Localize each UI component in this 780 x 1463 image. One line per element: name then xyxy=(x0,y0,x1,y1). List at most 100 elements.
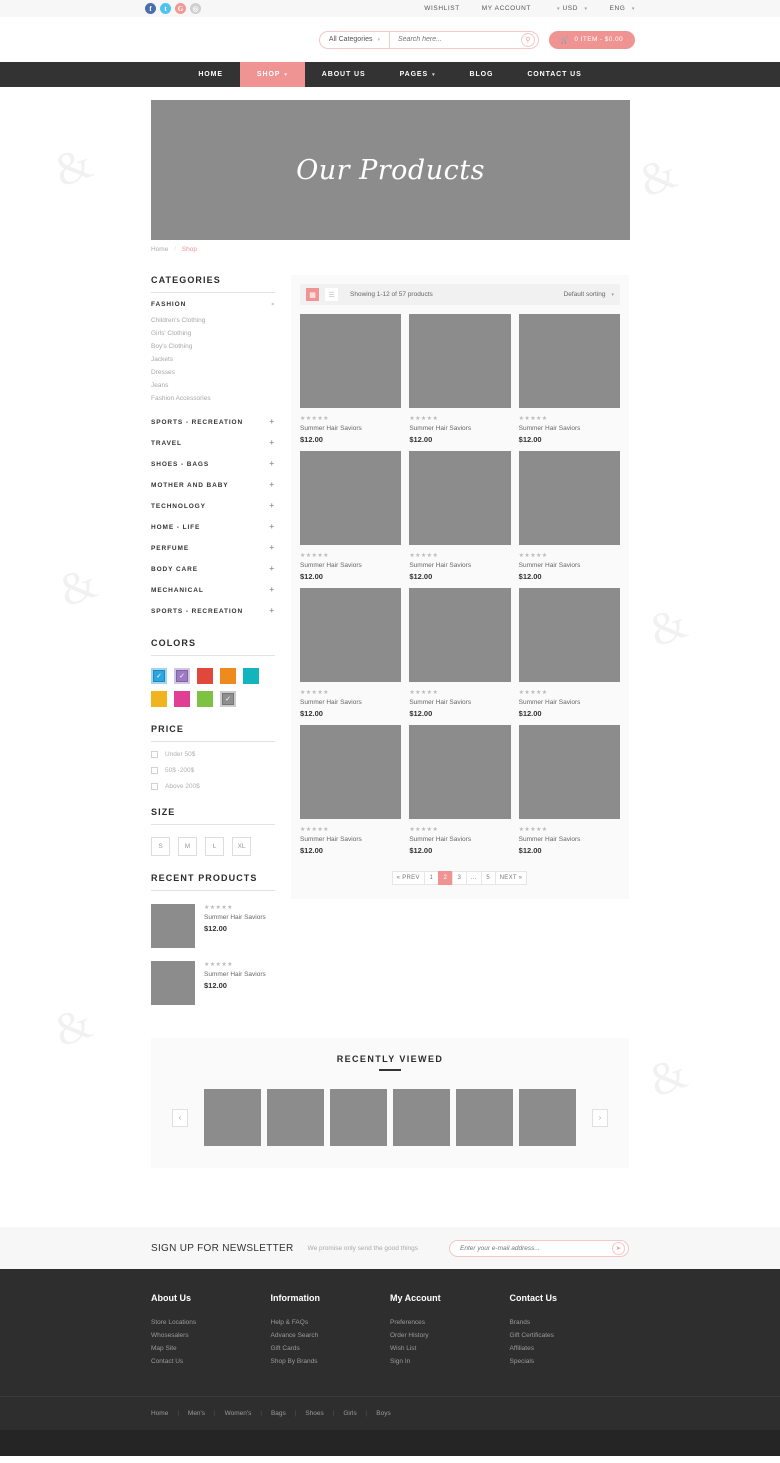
color-swatch-gray[interactable]: ✓ xyxy=(219,690,237,708)
product-card[interactable]: ★★★★★ Summer Hair Saviors $12.00 xyxy=(300,451,402,581)
price-option[interactable]: Under 50$ xyxy=(151,751,275,758)
product-card[interactable]: ★★★★★ Summer Hair Saviors $12.00 xyxy=(409,314,511,444)
footer-link[interactable]: Brands xyxy=(510,1316,630,1329)
footer-nav-boys[interactable]: Boys xyxy=(376,1410,390,1417)
subcategory-item[interactable]: Children's Clothing xyxy=(151,314,275,327)
product-card[interactable]: ★★★★★ Summer Hair Saviors $12.00 xyxy=(409,588,511,718)
category-item[interactable]: HOME - LIFE + xyxy=(151,516,275,537)
footer-nav-home[interactable]: Home xyxy=(151,1410,168,1417)
footer-nav-womens[interactable]: Women's xyxy=(225,1410,252,1417)
category-fashion[interactable]: FASHION - xyxy=(151,293,275,314)
recently-viewed-item[interactable] xyxy=(267,1089,324,1146)
grid-view-icon[interactable]: ▦ xyxy=(306,288,319,301)
category-item[interactable]: TECHNOLOGY + xyxy=(151,495,275,516)
category-item[interactable]: MOTHER AND BABY + xyxy=(151,474,275,495)
search-icon[interactable]: ⚲ xyxy=(520,32,535,47)
footer-nav-mens[interactable]: Men's xyxy=(188,1410,205,1417)
list-view-icon[interactable]: ☰ xyxy=(325,288,338,301)
color-swatch-yellow[interactable] xyxy=(151,691,167,707)
footer-link[interactable]: Wish List xyxy=(390,1342,510,1355)
newsletter-email-input[interactable] xyxy=(450,1244,612,1252)
chevron-right-icon[interactable]: › xyxy=(592,1108,608,1127)
subcategory-item[interactable]: Fashion Accessories xyxy=(151,392,275,405)
category-item[interactable]: SHOES - BAGS + xyxy=(151,453,275,474)
price-option[interactable]: 50$ -200$ xyxy=(151,767,275,774)
size-option-s[interactable]: S xyxy=(151,837,170,856)
nav-item-pages[interactable]: PAGES ▾ xyxy=(383,62,453,87)
recently-viewed-item[interactable] xyxy=(519,1089,576,1146)
recent-product-item[interactable]: ★★★★★ Summer Hair Saviors $12.00 xyxy=(151,904,275,948)
price-option[interactable]: Above 200$ xyxy=(151,783,275,790)
footer-link[interactable]: Whosesalers xyxy=(151,1329,271,1342)
product-card[interactable]: ★★★★★ Summer Hair Saviors $12.00 xyxy=(409,725,511,855)
breadcrumb-home[interactable]: Home xyxy=(151,246,168,253)
product-card[interactable]: ★★★★★ Summer Hair Saviors $12.00 xyxy=(300,314,402,444)
cart-button[interactable]: 🛒 0 ITEM - $0.00 xyxy=(548,30,635,49)
size-option-m[interactable]: M xyxy=(178,837,197,856)
product-card[interactable]: ★★★★★ Summer Hair Saviors $12.00 xyxy=(300,588,402,718)
category-item[interactable]: SPORTS - RECREATION + xyxy=(151,411,275,432)
product-card[interactable]: ★★★★★ Summer Hair Saviors $12.00 xyxy=(518,588,620,718)
twitter-icon[interactable]: t xyxy=(160,3,171,14)
pagination-prev[interactable]: « PREV xyxy=(391,871,425,885)
nav-item-blog[interactable]: BLOG xyxy=(452,62,510,87)
nav-item-shop[interactable]: SHOP ▾ xyxy=(239,62,305,87)
footer-link[interactable]: Map Site xyxy=(151,1342,271,1355)
footer-nav-shoes[interactable]: Shoes xyxy=(305,1410,323,1417)
footer-link[interactable]: Affiliates xyxy=(510,1342,630,1355)
send-icon[interactable]: ➤ xyxy=(612,1241,625,1255)
size-option-xl[interactable]: XL xyxy=(232,837,251,856)
nav-item-home[interactable]: HOME xyxy=(181,62,240,87)
category-item[interactable]: TRAVEL + xyxy=(151,432,275,453)
color-swatch-pink[interactable] xyxy=(174,691,190,707)
nav-item-about-us[interactable]: ABOUT US xyxy=(305,62,383,87)
subcategory-item[interactable]: Dresses xyxy=(151,366,275,379)
recently-viewed-item[interactable] xyxy=(456,1089,513,1146)
footer-nav-bags[interactable]: Bags xyxy=(271,1410,286,1417)
footer-nav-girls[interactable]: Girls xyxy=(343,1410,356,1417)
checkbox-icon[interactable] xyxy=(151,767,158,774)
category-item[interactable]: BODY CARE + xyxy=(151,558,275,579)
footer-link[interactable]: Specials xyxy=(510,1355,630,1368)
footer-link[interactable]: Gift Certificates xyxy=(510,1329,630,1342)
subcategory-item[interactable]: Jeans xyxy=(151,379,275,392)
my-account-link[interactable]: MY ACCOUNT xyxy=(482,5,531,12)
pagination-next[interactable]: NEXT » xyxy=(494,871,528,885)
pagination-page-5[interactable]: 5 xyxy=(480,871,496,885)
nav-item-contact-us[interactable]: CONTACT US xyxy=(510,62,598,87)
footer-link[interactable]: Shop By Brands xyxy=(271,1355,391,1368)
footer-link[interactable]: Gift Cards xyxy=(271,1342,391,1355)
recent-product-item[interactable]: ★★★★★ Summer Hair Saviors $12.00 xyxy=(151,961,275,1005)
footer-link[interactable]: Help & FAQs xyxy=(271,1316,391,1329)
color-swatch-blue[interactable]: ✓ xyxy=(150,667,168,685)
footer-link[interactable]: Store Locations xyxy=(151,1316,271,1329)
category-item[interactable]: MECHANICAL + xyxy=(151,579,275,600)
color-swatch-red[interactable] xyxy=(197,668,213,684)
footer-link[interactable]: Order History xyxy=(390,1329,510,1342)
category-select[interactable]: All Categories ▾ xyxy=(320,31,390,48)
recently-viewed-item[interactable] xyxy=(393,1089,450,1146)
subcategory-item[interactable]: Girls' Clothing xyxy=(151,327,275,340)
pagination-page-2[interactable]: 2 xyxy=(437,871,453,885)
recently-viewed-item[interactable] xyxy=(330,1089,387,1146)
wishlist-link[interactable]: WISHLIST xyxy=(424,5,460,12)
currency-selector[interactable]: ▾ USD ▾ xyxy=(553,5,588,12)
subcategory-item[interactable]: Boy's Clothing xyxy=(151,340,275,353)
color-swatch-teal[interactable] xyxy=(243,668,259,684)
footer-link[interactable]: Sign In xyxy=(390,1355,510,1368)
checkbox-icon[interactable] xyxy=(151,751,158,758)
chevron-left-icon[interactable]: ‹ xyxy=(172,1108,188,1127)
language-selector[interactable]: ENG ▾ xyxy=(610,5,635,12)
product-card[interactable]: ★★★★★ Summer Hair Saviors $12.00 xyxy=(409,451,511,581)
product-card[interactable]: ★★★★★ Summer Hair Saviors $12.00 xyxy=(300,725,402,855)
footer-link[interactable]: Advance Search xyxy=(271,1329,391,1342)
recently-viewed-item[interactable] xyxy=(204,1089,261,1146)
subcategory-item[interactable]: Jackets xyxy=(151,353,275,366)
color-swatch-green[interactable] xyxy=(197,691,213,707)
sort-select[interactable]: Default sorting ▾ xyxy=(564,291,614,298)
size-option-l[interactable]: L xyxy=(205,837,224,856)
color-swatch-orange[interactable] xyxy=(220,668,236,684)
checkbox-icon[interactable] xyxy=(151,783,158,790)
category-item[interactable]: PERFUME + xyxy=(151,537,275,558)
product-card[interactable]: ★★★★★ Summer Hair Saviors $12.00 xyxy=(518,451,620,581)
